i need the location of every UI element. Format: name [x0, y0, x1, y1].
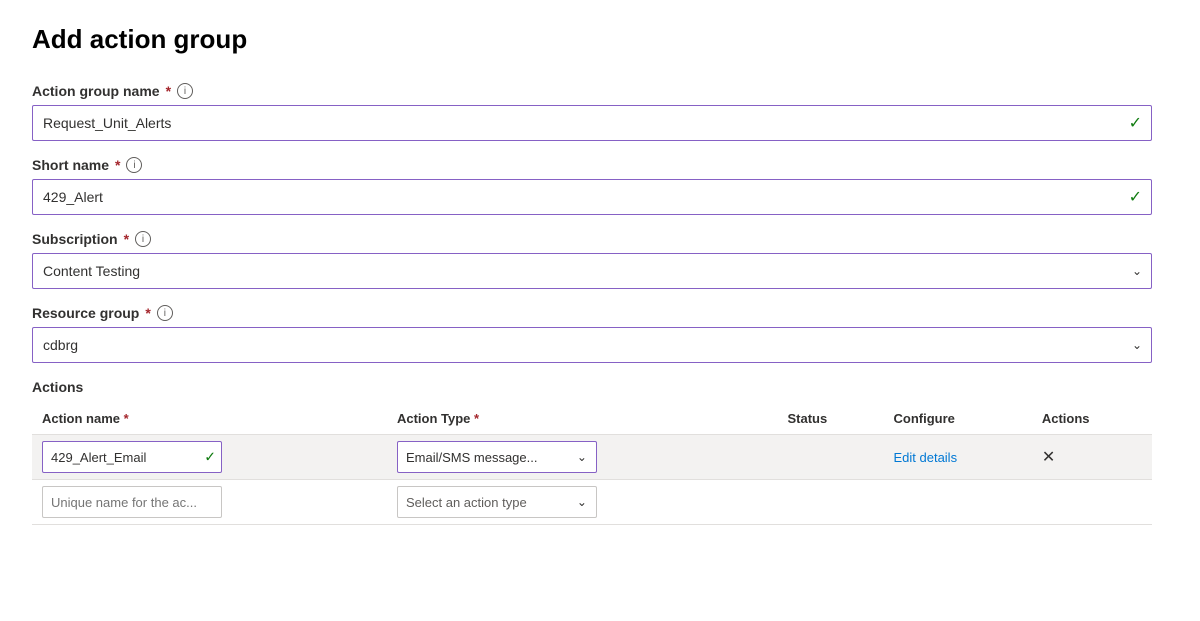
subscription-label: Subscription * i [32, 231, 1152, 247]
table-row: ✓ Email/SMS message... ⌄ Edit details [32, 435, 1152, 480]
new-action-type-cell: Select an action type Email/SMS message … [387, 480, 777, 525]
new-action-name-wrapper [42, 486, 222, 518]
page-title: Add action group [32, 24, 1168, 55]
row-action-type-wrapper: Email/SMS message... ⌄ [397, 441, 597, 473]
row-action-type-dropdown[interactable]: Email/SMS message... [397, 441, 597, 473]
new-status-cell [777, 480, 883, 525]
form-section: Action group name * i ✓ Short name * i ✓… [32, 83, 1152, 525]
new-action-name-cell [32, 480, 387, 525]
action-group-name-check-icon: ✓ [1129, 113, 1142, 133]
subscription-info-icon[interactable]: i [135, 231, 151, 247]
row-action-name-input[interactable] [42, 441, 222, 473]
row-action-name-check-icon: ✓ [204, 449, 216, 466]
short-name-input-wrapper: ✓ [32, 179, 1152, 215]
subscription-label-text: Subscription [32, 231, 118, 247]
action-group-name-label-text: Action group name [32, 83, 160, 99]
actions-section-label: Actions [32, 379, 1152, 395]
action-group-name-input-wrapper: ✓ [32, 105, 1152, 141]
action-group-name-input[interactable] [32, 105, 1152, 141]
short-name-label: Short name * i [32, 157, 1152, 173]
new-action-type-dropdown[interactable]: Select an action type Email/SMS message … [397, 486, 597, 518]
new-configure-cell [883, 480, 1031, 525]
resource-group-dropdown-wrapper: cdbrg ⌄ [32, 327, 1152, 363]
new-action-type-wrapper: Select an action type Email/SMS message … [397, 486, 597, 518]
row-action-name-wrapper: ✓ [42, 441, 222, 473]
subscription-dropdown[interactable]: Content Testing [32, 253, 1152, 289]
short-name-field: Short name * i ✓ [32, 157, 1152, 215]
short-name-input[interactable] [32, 179, 1152, 215]
edit-details-link[interactable]: Edit details [893, 450, 957, 465]
row-status-cell [777, 435, 883, 480]
action-group-name-required: * [166, 83, 171, 99]
resource-group-field: Resource group * i cdbrg ⌄ [32, 305, 1152, 363]
row-delete-cell: ✕ [1032, 435, 1152, 480]
action-group-name-label: Action group name * i [32, 83, 1152, 99]
short-name-label-text: Short name [32, 157, 109, 173]
col-action-name: Action name * [32, 403, 387, 435]
short-name-required: * [115, 157, 120, 173]
resource-group-info-icon[interactable]: i [157, 305, 173, 321]
col-configure: Configure [883, 403, 1031, 435]
short-name-check-icon: ✓ [1129, 187, 1142, 207]
action-name-col-required: * [124, 411, 129, 426]
new-actions-cell [1032, 480, 1152, 525]
row-configure-cell: Edit details [883, 435, 1031, 480]
resource-group-dropdown[interactable]: cdbrg [32, 327, 1152, 363]
new-action-row: Select an action type Email/SMS message … [32, 480, 1152, 525]
row-action-type-cell: Email/SMS message... ⌄ [387, 435, 777, 480]
resource-group-label: Resource group * i [32, 305, 1152, 321]
short-name-info-icon[interactable]: i [126, 157, 142, 173]
col-actions: Actions [1032, 403, 1152, 435]
subscription-required: * [124, 231, 129, 247]
actions-table: Action name * Action Type * Status Confi… [32, 403, 1152, 525]
col-status: Status [777, 403, 883, 435]
resource-group-required: * [145, 305, 150, 321]
new-action-name-input[interactable] [42, 486, 222, 518]
subscription-dropdown-wrapper: Content Testing ⌄ [32, 253, 1152, 289]
action-type-col-required: * [474, 411, 479, 426]
action-group-name-info-icon[interactable]: i [177, 83, 193, 99]
col-action-type: Action Type * [387, 403, 777, 435]
table-header-row: Action name * Action Type * Status Confi… [32, 403, 1152, 435]
subscription-field: Subscription * i Content Testing ⌄ [32, 231, 1152, 289]
resource-group-label-text: Resource group [32, 305, 139, 321]
delete-row-button[interactable]: ✕ [1042, 447, 1055, 467]
row-action-name-cell: ✓ [32, 435, 387, 480]
action-group-name-field: Action group name * i ✓ [32, 83, 1152, 141]
